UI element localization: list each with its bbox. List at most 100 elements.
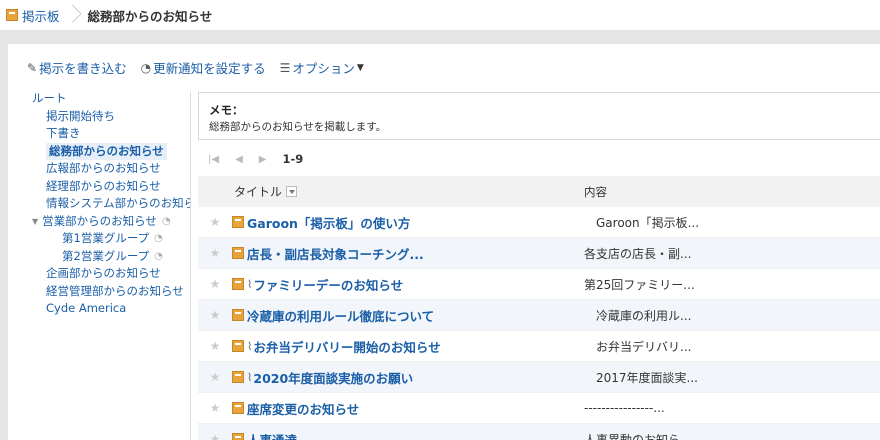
post-title[interactable]: ⌇ 2020年度面談実施のお願い	[232, 368, 584, 387]
sort-dropdown-icon[interactable]	[286, 186, 298, 197]
post-title-link[interactable]: 人事通達	[247, 430, 297, 440]
tree-item-label[interactable]: 営業部からのお知らせ	[42, 213, 157, 231]
options-label[interactable]: オプション	[292, 58, 355, 77]
post-title-link[interactable]: 冷蔵庫の利用ルール徹底について	[247, 306, 434, 325]
tree-item-label[interactable]: 企画部からのお知らせ	[46, 265, 161, 283]
post-title[interactable]: ⌇ ファミリーデーのお知らせ	[232, 275, 584, 294]
post-title[interactable]: 人事通達	[232, 430, 584, 440]
tree-item-sales-group-1[interactable]: 第1営業グループ ◔	[32, 230, 190, 248]
tree-item-label[interactable]: 経営管理部からのお知らせ	[46, 283, 184, 301]
post-icon	[232, 278, 244, 290]
tree-item-label[interactable]: 経理部からのお知らせ	[46, 178, 161, 196]
tree-item-drafts[interactable]: 下書き	[32, 125, 190, 143]
post-title-link[interactable]: Garoon「掲示板」の使い方	[247, 213, 410, 232]
tree-item-pending[interactable]: 掲示開始待ち	[32, 108, 190, 126]
tree-item-sales-group-2[interactable]: 第2営業グループ ◔	[32, 248, 190, 266]
title-column-header[interactable]: タイトル	[198, 183, 584, 200]
post-title-link[interactable]: 店長・副店長対象コーチング...	[247, 244, 424, 263]
tree-item-label[interactable]: Cyde America	[46, 300, 126, 318]
tree-item-cyde-america[interactable]: Cyde America	[32, 300, 190, 318]
header-divider	[0, 30, 880, 44]
post-title[interactable]: 冷蔵庫の利用ルール徹底について	[232, 306, 584, 325]
bulletin-board-icon	[6, 9, 18, 21]
post-icon	[232, 402, 244, 414]
breadcrumb-separator-icon	[66, 0, 80, 30]
breadcrumb-root[interactable]: 掲示板	[6, 0, 60, 30]
breadcrumb: 掲示板 総務部からのお知らせ	[0, 0, 880, 30]
tree-root[interactable]: ルート	[32, 90, 190, 108]
tree-item-label[interactable]: 第1営業グループ	[62, 230, 149, 248]
table-row[interactable]: ★ 店長・副店長対象コーチング... 各支店の店長・副...	[198, 238, 880, 269]
tree-item-label[interactable]: 総務部からのお知らせ	[46, 142, 167, 160]
post-summary: 各支店の店長・副...	[584, 246, 692, 261]
tree-item-management[interactable]: 経営管理部からのお知らせ	[32, 283, 190, 301]
write-post-button[interactable]: ✎ 掲示を書き込む	[27, 58, 127, 77]
tree-item-label[interactable]: 下書き	[46, 125, 81, 143]
table-row[interactable]: ★ 冷蔵庫の利用ルール徹底について 冷蔵庫の利用ル...	[198, 300, 880, 331]
post-title-link[interactable]: 座席変更のお知らせ	[247, 399, 359, 418]
table-row[interactable]: ★ 人事通達 人事異動のお知ら...	[198, 424, 880, 440]
options-menu[interactable]: ☰ オプション ▼	[280, 58, 364, 77]
prev-page-icon[interactable]: ◀	[235, 154, 243, 165]
post-summary: 人事異動のお知ら...	[584, 432, 692, 440]
table-row[interactable]: ★ Garoon「掲示板」の使い方 Garoon「掲示板...	[198, 207, 880, 238]
rss-icon: ◔	[161, 215, 171, 227]
table-row[interactable]: ★ ⌇ 2020年度面談実施のお願い 2017年度面談実...	[198, 362, 880, 393]
tree-item-it[interactable]: 情報システム部からのお知らせ	[32, 195, 190, 213]
post-title-link[interactable]: お弁当デリバリー開始のお知らせ	[253, 337, 440, 356]
tree-item-sales[interactable]: ▼ 営業部からのお知らせ ◔	[32, 213, 190, 231]
next-page-icon[interactable]: ▶	[259, 154, 267, 165]
star-icon[interactable]: ★	[198, 432, 232, 440]
rss-icon: ◔	[154, 250, 163, 262]
rss-icon: ◔	[154, 233, 163, 244]
tree-item-label[interactable]: 広報部からのお知らせ	[46, 160, 161, 178]
tree-root-label[interactable]: ルート	[32, 90, 67, 108]
table-row[interactable]: ★ ⌇ ファミリーデーのお知らせ 第25回ファミリー...	[198, 269, 880, 300]
star-icon[interactable]: ★	[198, 339, 232, 353]
title-header-label[interactable]: タイトル	[234, 183, 282, 200]
table-row[interactable]: ★ 座席変更のお知らせ ----------------...	[198, 393, 880, 424]
tree-item-pr[interactable]: 広報部からのお知らせ	[32, 160, 190, 178]
pencil-icon: ✎	[27, 60, 38, 75]
star-icon[interactable]: ★	[198, 215, 232, 229]
tree-item-label[interactable]: 第2営業グループ	[62, 248, 149, 266]
attachment-icon: ⌇	[247, 277, 253, 291]
post-icon	[232, 433, 244, 440]
post-icon	[232, 247, 244, 259]
pane-divider[interactable]	[190, 92, 191, 440]
post-summary: お弁当デリバリ...	[596, 339, 692, 354]
post-icon	[232, 216, 244, 228]
tree-item-general-affairs[interactable]: 総務部からのお知らせ	[32, 142, 190, 160]
tree-item-accounting[interactable]: 経理部からのお知らせ	[32, 178, 190, 196]
star-icon[interactable]: ★	[198, 308, 232, 322]
post-summary: ----------------...	[584, 401, 665, 415]
breadcrumb-root-label[interactable]: 掲示板	[22, 6, 60, 25]
post-icon	[232, 340, 244, 352]
star-icon[interactable]: ★	[198, 277, 232, 291]
post-title[interactable]: ⌇ お弁当デリバリー開始のお知らせ	[232, 337, 584, 356]
update-notify-label[interactable]: 更新通知を設定する	[153, 58, 266, 77]
write-post-label[interactable]: 掲示を書き込む	[39, 58, 127, 77]
post-title[interactable]: 座席変更のお知らせ	[232, 399, 584, 418]
post-title[interactable]: Garoon「掲示板」の使い方	[232, 213, 584, 232]
update-notify-button[interactable]: ◔ 更新通知を設定する	[141, 58, 266, 77]
post-title[interactable]: 店長・副店長対象コーチング...	[232, 244, 584, 263]
table-row[interactable]: ★ ⌇ お弁当デリバリー開始のお知らせ お弁当デリバリ...	[198, 331, 880, 362]
post-title-link[interactable]: 2020年度面談実施のお願い	[253, 368, 413, 387]
post-title-link[interactable]: ファミリーデーのお知らせ	[253, 275, 403, 294]
left-gutter	[0, 44, 8, 440]
star-icon[interactable]: ★	[198, 246, 232, 260]
attachment-icon: ⌇	[247, 370, 253, 384]
table-header: タイトル 内容	[198, 176, 880, 207]
star-icon[interactable]: ★	[198, 370, 232, 384]
post-table: タイトル 内容 ★ Garoon「掲示板」の使い方 Garoon「掲示板... ★ 店長…	[198, 176, 880, 440]
tree-item-label[interactable]: 情報システム部からのお知らせ	[46, 195, 190, 213]
post-summary: 2017年度面談実...	[596, 370, 698, 385]
first-page-icon[interactable]: |◀	[208, 154, 219, 165]
tree-item-planning[interactable]: 企画部からのお知らせ	[32, 265, 190, 283]
toolbar: ✎ 掲示を書き込む ◔ 更新通知を設定する ☰ オプション ▼	[27, 58, 364, 77]
star-icon[interactable]: ★	[198, 401, 232, 415]
tree-item-label[interactable]: 掲示開始待ち	[46, 108, 115, 126]
category-tree: ルート 掲示開始待ち 下書き 総務部からのお知らせ 広報部からのお知らせ 経理部…	[32, 90, 190, 318]
expand-toggle-icon[interactable]: ▼	[32, 213, 38, 231]
